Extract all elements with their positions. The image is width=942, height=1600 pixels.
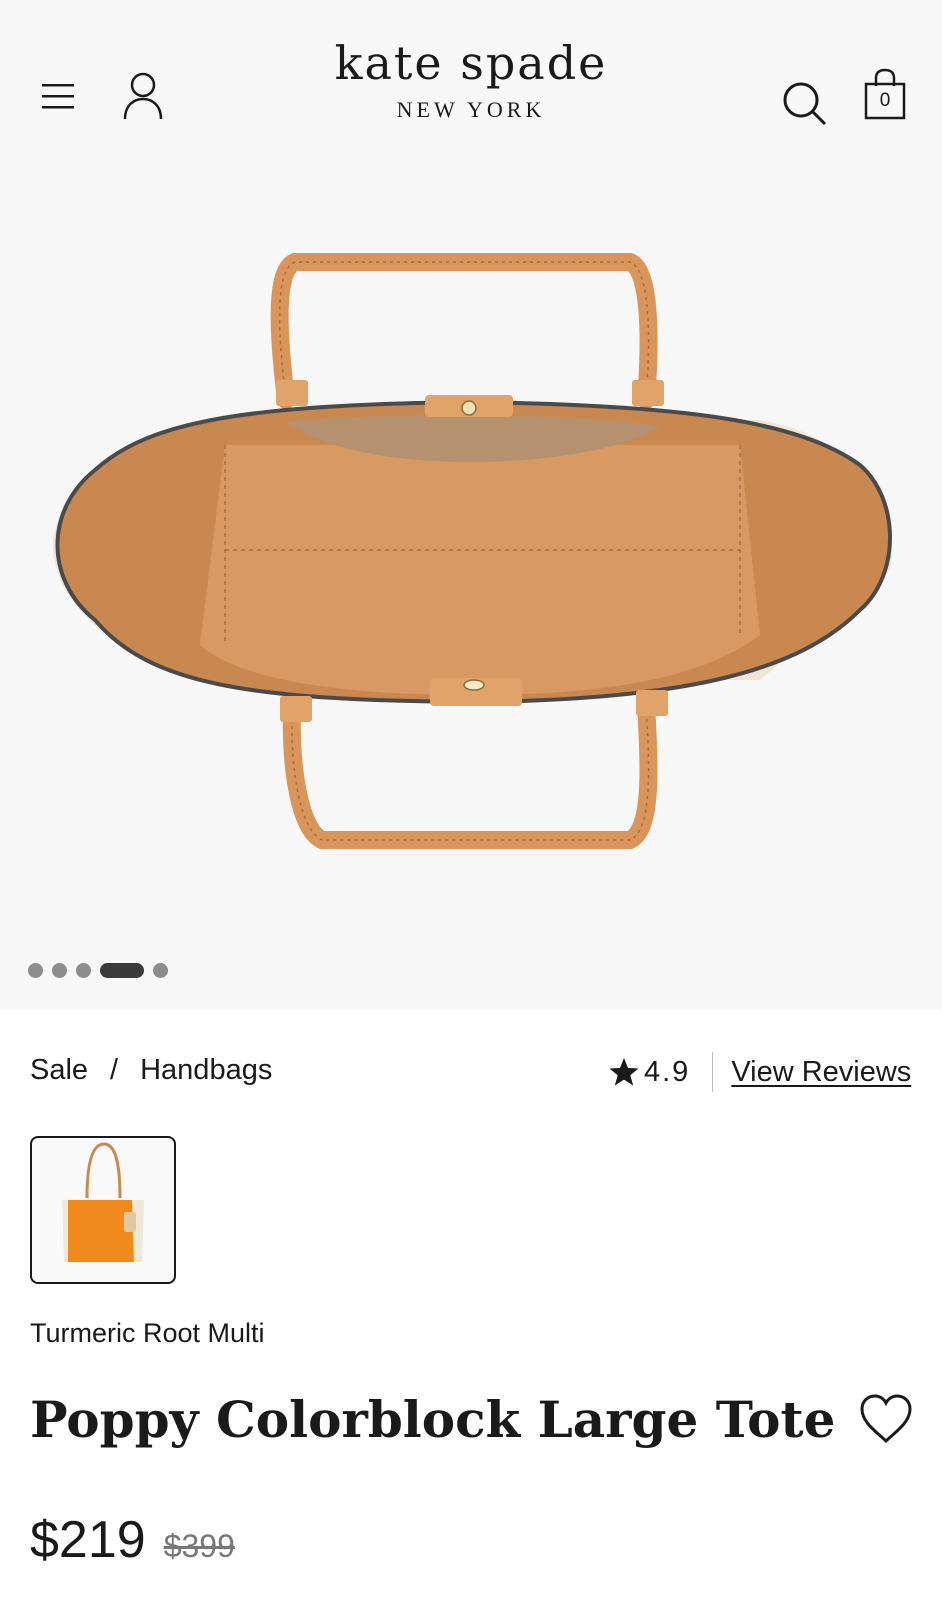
bag-count: 0 — [879, 90, 891, 111]
account-icon[interactable] — [120, 70, 166, 122]
gallery-dot[interactable] — [76, 962, 91, 978]
bag-icon[interactable]: 0 — [862, 68, 908, 124]
gallery-dot[interactable] — [153, 962, 168, 978]
breadcrumb-item-handbags[interactable]: Handbags — [140, 1054, 272, 1087]
gallery-pagination — [28, 960, 168, 980]
product-gallery[interactable] — [0, 190, 942, 1010]
breadcrumb-separator: / — [110, 1054, 119, 1086]
breadcrumb: Sale / Handbags — [30, 1054, 272, 1087]
swatch-thumbnail — [62, 1142, 144, 1262]
gallery-dot-active[interactable] — [100, 962, 144, 978]
color-name: Turmeric Root Multi — [30, 1318, 265, 1348]
product-image[interactable] — [0, 190, 942, 950]
rating-divider — [712, 1052, 714, 1092]
sale-price: $219 — [30, 1511, 146, 1569]
star-icon — [609, 1058, 639, 1086]
heart-icon[interactable] — [858, 1393, 914, 1445]
color-swatch-selected[interactable] — [30, 1136, 176, 1284]
logo-main-text: kate spade — [334, 36, 608, 90]
site-header: kate spade NEW YORK 0 — [0, 0, 942, 190]
logo-sub-text: NEW YORK — [396, 96, 546, 122]
product-rating: 4.9 View Reviews — [608, 1052, 911, 1092]
view-reviews-link[interactable]: View Reviews — [731, 1056, 911, 1089]
product-title: Poppy Colorblock Large Tote — [30, 1390, 836, 1449]
original-price: $399 — [163, 1528, 235, 1564]
breadcrumb-item-sale[interactable]: Sale — [30, 1054, 88, 1087]
search-icon[interactable] — [780, 78, 830, 128]
gallery-dot[interactable] — [52, 962, 67, 978]
gallery-dot[interactable] — [28, 962, 43, 978]
menu-icon[interactable] — [38, 76, 78, 116]
rating-value: 4.9 — [644, 1055, 691, 1088]
price-block: $219 $399 — [30, 1510, 235, 1570]
brand-logo[interactable]: kate spade NEW YORK — [300, 38, 642, 123]
